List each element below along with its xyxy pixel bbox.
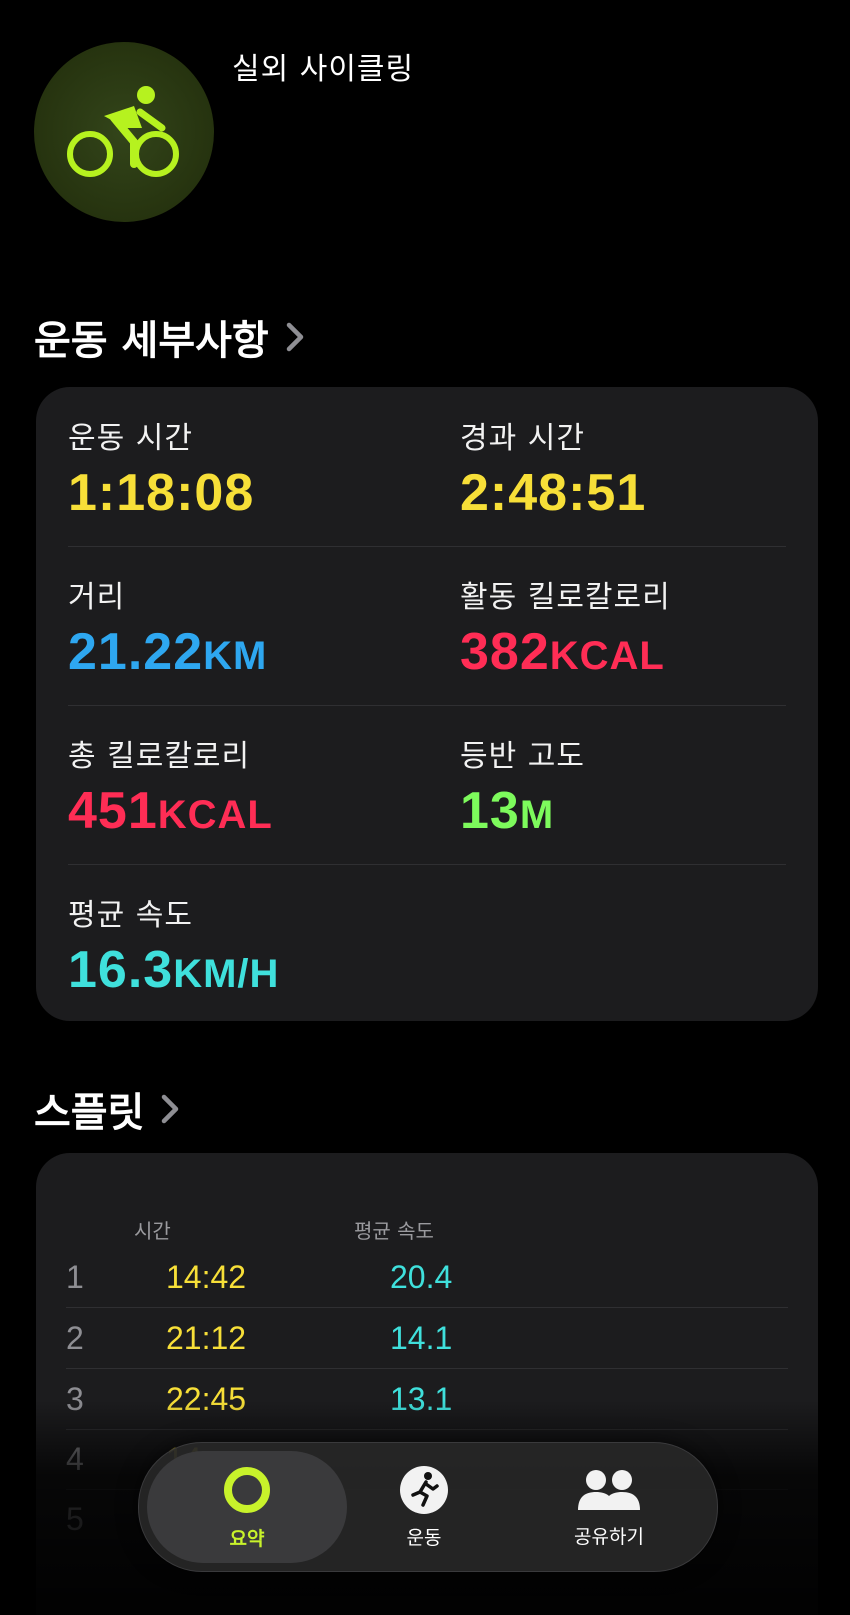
metric-label: 거리 bbox=[68, 580, 126, 615]
split-row: 2 21:12 14.1 bbox=[66, 1308, 788, 1369]
tab-share[interactable]: 공유하기 bbox=[514, 1451, 704, 1563]
splits-heading: 스플릿 bbox=[34, 1090, 145, 1136]
metric-elapsed-time: 경과 시간 2:48:51 bbox=[460, 413, 646, 523]
metric-row: 운동 시간 1:18:08 경과 시간 2:48:51 bbox=[68, 387, 786, 547]
metric-workout-time: 운동 시간 1:18:08 bbox=[68, 413, 254, 523]
split-index: 2 bbox=[66, 1320, 84, 1356]
metric-label: 활동 킬로칼로리 bbox=[460, 580, 671, 615]
split-row: 1 14:42 20.4 bbox=[66, 1247, 788, 1308]
chevron-right-icon bbox=[162, 1094, 179, 1124]
workout-details-card: 운동 시간 1:18:08 경과 시간 2:48:51 거리 21.22KM 활… bbox=[36, 387, 818, 1021]
metric-average-speed: 평균 속도 16.3KM/H bbox=[68, 890, 279, 1000]
metric-total-calories: 총 킬로칼로리 451KCAL bbox=[68, 731, 273, 841]
metric-elevation-gain: 등반 고도 13M bbox=[460, 731, 585, 841]
splits-column-time: 시간 bbox=[134, 1219, 171, 1243]
tab-workout[interactable]: 운동 bbox=[329, 1451, 519, 1563]
splits-column-speed: 평균 속도 bbox=[354, 1219, 434, 1243]
workout-summary-page: 실외 사이클링 운동 세부사항 운동 시간 1:18:08 경과 시간 2:48… bbox=[0, 0, 850, 1615]
metric-label: 경과 시간 bbox=[460, 421, 585, 456]
metric-value: 13 bbox=[460, 782, 520, 840]
workout-title: 실외 사이클링 bbox=[232, 52, 415, 87]
split-speed: 14.1 bbox=[390, 1320, 453, 1356]
split-speed: 20.4 bbox=[390, 1259, 453, 1295]
metric-unit: KCAL bbox=[549, 634, 665, 678]
split-time: 14:42 bbox=[166, 1259, 247, 1295]
metric-label: 평균 속도 bbox=[68, 898, 193, 933]
metric-label: 총 킬로칼로리 bbox=[68, 739, 251, 774]
metric-row: 거리 21.22KM 활동 킬로칼로리 382KCAL bbox=[68, 546, 786, 706]
tab-summary[interactable]: 요약 bbox=[147, 1451, 347, 1563]
metric-row: 총 킬로칼로리 451KCAL 등반 고도 13M bbox=[68, 705, 786, 865]
metric-value: 1:18:08 bbox=[68, 464, 255, 522]
metric-value: 382 bbox=[460, 623, 550, 681]
metric-row: 평균 속도 16.3KM/H bbox=[68, 864, 786, 1023]
metric-unit: M bbox=[519, 793, 555, 837]
split-index: 1 bbox=[66, 1259, 84, 1295]
metric-value: 2:48:51 bbox=[460, 464, 647, 522]
split-time: 21:12 bbox=[166, 1320, 247, 1356]
tab-share-label: 공유하기 bbox=[574, 1525, 644, 1548]
metric-unit: KCAL bbox=[157, 793, 273, 837]
workout-details-link[interactable]: 운동 세부사항 bbox=[34, 308, 305, 366]
people-icon bbox=[578, 1469, 640, 1510]
tab-bar: 요약 운동 공유하기 bbox=[138, 1442, 718, 1572]
metric-value: 16.3 bbox=[68, 941, 174, 999]
metric-active-calories: 활동 킬로칼로리 382KCAL bbox=[460, 572, 671, 682]
metric-label: 등반 고도 bbox=[460, 739, 585, 774]
cycling-icon bbox=[34, 42, 214, 222]
metric-value: 451 bbox=[68, 782, 158, 840]
running-figure-icon bbox=[400, 1465, 448, 1514]
tab-summary-label: 요약 bbox=[229, 1527, 265, 1550]
splits-link[interactable]: 스플릿 bbox=[34, 1080, 180, 1138]
tab-workout-label: 운동 bbox=[406, 1526, 442, 1549]
metric-unit: KM bbox=[203, 634, 268, 678]
metric-unit: KM/H bbox=[173, 952, 280, 996]
workout-details-heading: 운동 세부사항 bbox=[34, 318, 269, 364]
metric-value: 21.22 bbox=[68, 623, 204, 681]
chevron-right-icon bbox=[286, 322, 303, 352]
activity-ring-icon bbox=[224, 1466, 270, 1513]
metric-label: 운동 시간 bbox=[68, 421, 193, 456]
metric-distance: 거리 21.22KM bbox=[68, 572, 267, 682]
